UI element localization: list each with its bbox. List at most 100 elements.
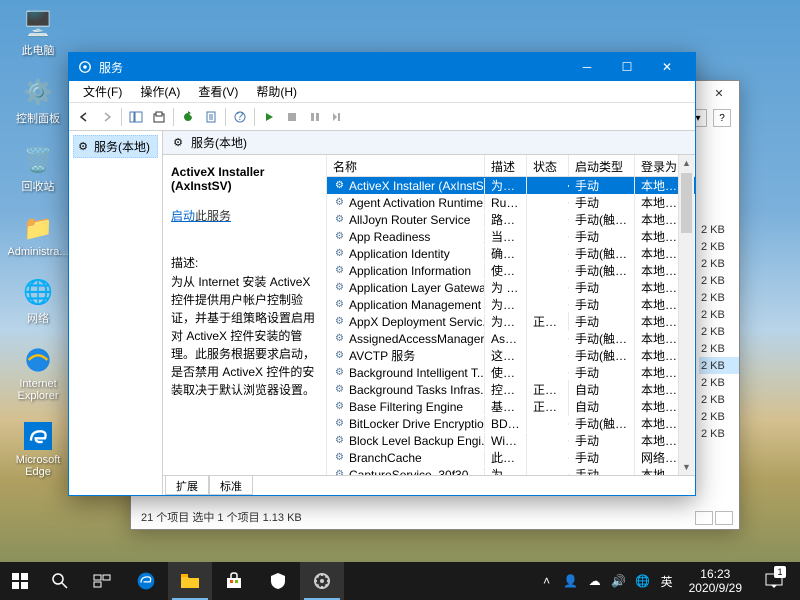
service-row[interactable]: ⚙Block Level Backup Engi...Win...手动本地系统 xyxy=(327,432,695,449)
service-row[interactable]: ⚙Application Layer Gatewa...为 In...手动本地服… xyxy=(327,279,695,296)
taskbar-edge[interactable] xyxy=(124,562,168,600)
vertical-scrollbar[interactable]: ▲ ▼ xyxy=(678,155,694,475)
service-row[interactable]: ⚙ActiveX Installer (AxInstSV)为从 ...手动本地系… xyxy=(327,177,695,194)
column-startup-type[interactable]: 启动类型 xyxy=(569,155,635,176)
service-name-text: Base Filtering Engine xyxy=(349,400,463,414)
list-header-bar: ⚙ 服务(本地) xyxy=(163,131,695,155)
tab-extended[interactable]: 扩展 xyxy=(165,476,209,495)
service-row[interactable]: ⚙Background Intelligent T...使用...手动本地系统 xyxy=(327,364,695,381)
close-button[interactable]: ✕ xyxy=(699,81,739,105)
tray-people-icon[interactable]: 👤 xyxy=(563,573,579,589)
show-hide-tree-button[interactable] xyxy=(125,106,147,128)
service-row[interactable]: ⚙Application Information使用...手动(触发...本地系… xyxy=(327,262,695,279)
service-row[interactable]: ⚙AssignedAccessManager...Assi...手动(触发...… xyxy=(327,330,695,347)
gear-icon: ⚙ xyxy=(333,451,346,464)
column-status[interactable]: 状态 xyxy=(527,155,569,176)
taskbar-security[interactable] xyxy=(256,562,300,600)
tray-volume-icon[interactable]: 🔊 xyxy=(611,573,627,589)
gear-icon: ⚙ xyxy=(333,179,346,192)
titlebar[interactable]: 服务 ─ ☐ ✕ xyxy=(69,53,695,81)
close-button[interactable]: ✕ xyxy=(647,53,687,81)
tray-chevron-up-icon[interactable]: ˄ xyxy=(539,573,555,589)
service-desc-text: Assi... xyxy=(485,331,527,347)
pause-service-button[interactable] xyxy=(304,106,326,128)
service-status-text xyxy=(527,423,569,425)
search-button[interactable] xyxy=(40,562,80,600)
service-row[interactable]: ⚙BranchCache此服...手动网络服务 xyxy=(327,449,695,466)
gear-icon: ⚙ xyxy=(333,230,346,243)
start-service-button[interactable] xyxy=(258,106,280,128)
tray-clock[interactable]: 16:23 2020/9/29 xyxy=(683,567,748,596)
restart-service-button[interactable] xyxy=(327,106,349,128)
tray-network-icon[interactable]: 🌐 xyxy=(635,573,651,589)
export-list-button[interactable] xyxy=(200,106,222,128)
list-column-headers[interactable]: 名称 描述 状态 启动类型 登录为 xyxy=(327,155,695,177)
service-row[interactable]: ⚙Agent Activation Runtime...Runt...手动本地系… xyxy=(327,194,695,211)
menu-help[interactable]: 帮助(H) xyxy=(248,81,305,102)
desktop-icon-administrator[interactable]: 📁Administra... xyxy=(8,212,68,258)
taskbar-explorer[interactable] xyxy=(168,562,212,600)
refresh-button[interactable] xyxy=(177,106,199,128)
desktop-icon-network[interactable]: 🌐网络 xyxy=(8,276,68,326)
file-size: 2 KB xyxy=(699,357,739,374)
view-large-button[interactable] xyxy=(715,511,733,525)
help-button[interactable]: ? xyxy=(229,106,251,128)
menu-action[interactable]: 操作(A) xyxy=(132,81,188,102)
gear-icon: ⚙ xyxy=(171,136,185,150)
tray-ime-indicator[interactable]: 英 xyxy=(659,573,675,589)
service-row[interactable]: ⚙Application Management为通...手动本地系统 xyxy=(327,296,695,313)
service-desc-text: Win... xyxy=(485,433,527,449)
gear-icon: ⚙ xyxy=(333,196,346,209)
action-center-button[interactable]: 1 xyxy=(756,562,792,600)
desktop-icon-edge[interactable]: Microsoft Edge xyxy=(8,420,68,478)
help-button[interactable]: ? xyxy=(713,109,731,127)
view-details-button[interactable] xyxy=(695,511,713,525)
scroll-down-button[interactable]: ▼ xyxy=(679,459,694,475)
tab-standard[interactable]: 标准 xyxy=(209,476,253,495)
service-name-text: Block Level Backup Engi... xyxy=(349,434,485,448)
service-row[interactable]: ⚙Base Filtering Engine基本...正在...自动本地服务 xyxy=(327,398,695,415)
stop-service-button[interactable] xyxy=(281,106,303,128)
taskbar-store[interactable] xyxy=(212,562,256,600)
gear-icon: ⚙ xyxy=(333,264,346,277)
back-button[interactable] xyxy=(73,106,95,128)
service-row[interactable]: ⚙AVCTP 服务这是...手动(触发...本地服务 xyxy=(327,347,695,364)
service-row[interactable]: ⚙AllJoyn Router Service路由...手动(触发...本地服务 xyxy=(327,211,695,228)
service-row[interactable]: ⚙Background Tasks Infras...控制...正在...自动本… xyxy=(327,381,695,398)
desktop-icon-computer[interactable]: 🖥️此电脑 xyxy=(8,8,68,58)
desktop-icon-ie[interactable]: Internet Explorer xyxy=(8,344,68,402)
service-status-text xyxy=(527,270,569,272)
desktop-icon-control-panel[interactable]: ⚙️控制面板 xyxy=(8,76,68,126)
column-name[interactable]: 名称 xyxy=(327,155,485,176)
export-button[interactable] xyxy=(148,106,170,128)
service-row[interactable]: ⚙App Readiness当用...手动本地系统 xyxy=(327,228,695,245)
tree-item-services-local[interactable]: ⚙ 服务(本地) xyxy=(73,135,158,158)
service-row[interactable]: ⚙CaptureService_30f30为调...手动本地系统 xyxy=(327,466,695,475)
desktop-icon-label: 网络 xyxy=(27,310,49,326)
services-list[interactable]: 名称 描述 状态 启动类型 登录为 ⚙ActiveX Installer (Ax… xyxy=(327,155,695,475)
start-service-link[interactable]: 启动此服务 xyxy=(171,207,318,224)
desktop-icon-recycle-bin[interactable]: 🗑️回收站 xyxy=(8,144,68,194)
taskbar-task-view[interactable] xyxy=(80,562,124,600)
scrollbar-thumb[interactable] xyxy=(681,173,692,233)
start-button[interactable] xyxy=(0,562,40,600)
desktop-icon-label: Microsoft Edge xyxy=(8,454,68,478)
scroll-up-button[interactable]: ▲ xyxy=(679,155,694,171)
service-status-text xyxy=(527,338,569,340)
minimize-button[interactable]: ─ xyxy=(567,53,607,81)
service-row[interactable]: ⚙Application Identity确定...手动(触发...本地服务 xyxy=(327,245,695,262)
explorer-status-bar: 21 个项目 选中 1 个项目 1.13 KB xyxy=(141,509,302,525)
svg-text:?: ? xyxy=(237,111,244,123)
service-row[interactable]: ⚙AppX Deployment Servic...为部...正在...手动本地… xyxy=(327,313,695,330)
menu-file[interactable]: 文件(F) xyxy=(75,81,130,102)
tree-pane[interactable]: ⚙ 服务(本地) xyxy=(69,131,163,495)
taskbar[interactable]: ˄ 👤 ☁ 🔊 🌐 英 16:23 2020/9/29 1 xyxy=(0,562,800,600)
column-description[interactable]: 描述 xyxy=(485,155,527,176)
menu-view[interactable]: 查看(V) xyxy=(190,81,246,102)
service-row[interactable]: ⚙BitLocker Drive Encryptio...BDE...手动(触发… xyxy=(327,415,695,432)
maximize-button[interactable]: ☐ xyxy=(607,53,647,81)
tray-onedrive-icon[interactable]: ☁ xyxy=(587,573,603,589)
services-window[interactable]: 服务 ─ ☐ ✕ 文件(F) 操作(A) 查看(V) 帮助(H) ? ⚙ xyxy=(68,52,696,496)
taskbar-services[interactable] xyxy=(300,562,344,600)
forward-button[interactable] xyxy=(96,106,118,128)
